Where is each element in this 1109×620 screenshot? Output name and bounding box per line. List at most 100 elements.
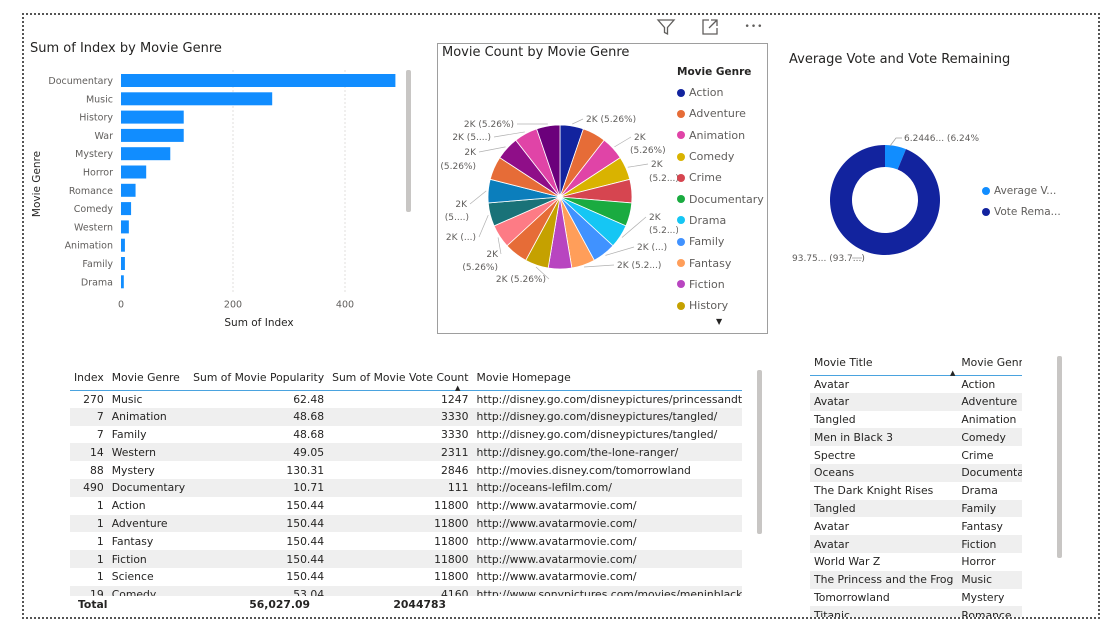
legend-item-drama[interactable]: Drama — [677, 210, 764, 231]
column-header-movie-genre[interactable]: Movie Genre — [108, 366, 189, 390]
table-cell: Documentary — [107, 478, 190, 497]
bar-chart-title: Sum of Index by Movie Genre — [30, 41, 222, 56]
legend-item-action[interactable]: Action — [677, 82, 764, 103]
bar-western[interactable] — [121, 220, 129, 234]
table-row[interactable]: Spectre Crime — [810, 446, 1022, 464]
table-cell: Action — [961, 377, 996, 391]
table-cell: Crime — [961, 448, 994, 462]
table-cell: 48.68 — [189, 407, 329, 426]
table-row[interactable]: Avatar Fantasy — [810, 517, 1022, 535]
table-row[interactable]: Avatar Fiction — [810, 535, 1022, 553]
table-row[interactable]: 1 Adventure 150.44 11800 http://www.avatarmo… — [70, 514, 742, 533]
side-table-scrollbar[interactable] — [1057, 356, 1062, 558]
bar-war[interactable] — [121, 128, 184, 142]
table-row[interactable]: 19 Comedy 53.04 4160 http://www.sonypictures… — [70, 585, 742, 596]
table-cell: Fiction — [957, 535, 1022, 553]
legend-scroll-down-icon[interactable]: ▼ — [716, 317, 722, 326]
donut-slice-1[interactable] — [830, 145, 940, 256]
table-row[interactable]: World War Z Horror — [810, 553, 1022, 571]
table-cell: Horror — [961, 555, 996, 569]
table-cell: Animation — [961, 412, 1017, 426]
table-row[interactable]: 7 Animation 48.68 3330 http://disney.go.com/… — [70, 407, 742, 426]
legend-item-adventure[interactable]: Adventure — [677, 103, 764, 124]
donut-legend-item[interactable]: Vote Rema... — [982, 201, 1061, 222]
bar-drama[interactable] — [121, 275, 124, 289]
table-row[interactable]: 88 Mystery 130.31 2846 http://movies.disney.… — [70, 461, 742, 479]
table-row[interactable]: 1 Action 150.44 11800 http://www.avatarmovie… — [70, 497, 742, 515]
table-cell: http://disney.go.com/disneypictures/tang… — [476, 427, 718, 441]
table-row[interactable]: Titanic Romance — [810, 606, 1022, 617]
pie-data-label: (5.26%) — [630, 146, 666, 156]
legend-dot-icon — [677, 88, 685, 97]
total-cell: 2044783 — [393, 598, 446, 611]
bar-romance[interactable] — [121, 183, 136, 197]
legend-item-documentary[interactable]: Documentary — [677, 188, 764, 209]
donut-label-average: 6.2446... (6.24%) — [904, 134, 980, 144]
table-row[interactable]: 490 Documentary 10.71 111 http://oceans-lefi… — [70, 478, 742, 497]
column-header-movie-homepage[interactable]: Movie Homepage — [473, 366, 742, 390]
column-header-index[interactable]: Index — [70, 366, 108, 390]
bar-x-tick-label: 200 — [224, 300, 242, 311]
table-row[interactable]: 1 Fiction 150.44 11800 http://www.avatarmovi… — [70, 550, 742, 568]
table-cell: 11800 — [434, 534, 469, 548]
bar-history[interactable] — [121, 110, 184, 124]
table-row[interactable]: 270 Music 62.48 1247 http://disney.go.com/di… — [70, 390, 742, 408]
table-cell: http://www.avatarmovie.com/ — [476, 534, 637, 548]
table-row[interactable]: OceansDocumentary — [810, 463, 1022, 482]
bar-music[interactable] — [121, 92, 273, 106]
bar-documentary[interactable] — [121, 74, 396, 87]
table-row[interactable]: 7 Family 48.68 3330 http://disney.go.com/dis… — [70, 426, 742, 444]
table-cell: 14 — [70, 443, 108, 462]
filter-icon[interactable] — [654, 15, 678, 39]
table-row[interactable]: Tangled Family — [810, 499, 1022, 518]
bar-animation[interactable] — [121, 238, 125, 252]
bar-family[interactable] — [121, 257, 125, 270]
more-options-icon[interactable]: ••• — [742, 15, 766, 39]
table-row[interactable]: Avatar Adventure — [810, 392, 1022, 411]
legend-dot-icon — [677, 173, 685, 182]
pie-data-label: 2K — [486, 250, 499, 260]
legend-item-animation[interactable]: Animation — [677, 125, 764, 146]
legend-item-fiction[interactable]: Fiction — [677, 274, 764, 295]
legend-item-fantasy[interactable]: Fantasy — [677, 252, 764, 273]
table-row[interactable]: Men in Black 3 Comedy — [810, 428, 1022, 447]
column-header-sum-of-movie-vote-count[interactable]: Sum of Movie Vote Count — [328, 366, 472, 390]
donut-label-remaining: 93.75... (93.7...) — [792, 254, 865, 264]
table-cell: 49.05 — [189, 443, 329, 462]
pie-leader-line — [493, 131, 525, 138]
bar-chart-scrollbar[interactable] — [406, 70, 411, 212]
table-cell: Music — [957, 570, 1022, 589]
focus-mode-icon[interactable] — [698, 15, 722, 39]
legend-item-crime[interactable]: Crime — [677, 167, 764, 188]
legend-item-history[interactable]: History — [677, 295, 764, 316]
table-row[interactable]: Avatar Action — [810, 375, 1022, 393]
table-row[interactable]: Tomorrowland Mystery — [810, 589, 1022, 607]
table-row[interactable]: 1 Science 150.44 11800 http://www.avatarmovi… — [70, 568, 742, 586]
column-header-movie-title[interactable]: Movie Title — [810, 351, 957, 375]
column-header-movie-genre[interactable]: Movie Genre — [957, 351, 1022, 375]
column-header-sum-of-movie-popularity[interactable]: Sum of Movie Popularity — [189, 366, 328, 390]
table-cell: World War Z — [814, 555, 881, 569]
sort-ascending-icon[interactable]: ▲ — [455, 384, 460, 392]
visual-toolbar: ••• — [654, 14, 766, 40]
table-cell: Animation — [107, 407, 190, 426]
donut-legend-item[interactable]: Average V... — [982, 180, 1061, 201]
table-row[interactable]: The Princess and the Frog Music — [810, 570, 1022, 589]
table-cell: http://disney.go.com/the-lone-ranger/ — [472, 443, 742, 462]
table-row[interactable]: 14 Western 49.05 2311 http://disney.go.com/t… — [70, 443, 742, 462]
bar-mystery[interactable] — [121, 147, 171, 161]
table-cell: 1 — [70, 550, 108, 568]
table-row[interactable]: Tangled Animation — [810, 411, 1022, 429]
legend-dot-icon — [677, 195, 685, 204]
bar-comedy[interactable] — [121, 202, 132, 216]
bar-horror[interactable] — [121, 165, 147, 179]
table-row[interactable]: 1 Fantasy 150.44 11800 http://www.avatarmovi… — [70, 532, 742, 550]
side-sort-ascending-icon[interactable]: ▲ — [950, 369, 955, 377]
legend-item-family[interactable]: Family — [677, 231, 764, 252]
legend-label: Family — [689, 235, 725, 249]
table-row[interactable]: The Dark Knight Rises Drama — [810, 482, 1022, 500]
table-cell: Comedy — [107, 585, 190, 596]
donut-legend: Average V... Vote Rema... — [982, 180, 1061, 222]
table-scrollbar[interactable] — [757, 370, 762, 534]
legend-item-comedy[interactable]: Comedy — [677, 146, 764, 167]
